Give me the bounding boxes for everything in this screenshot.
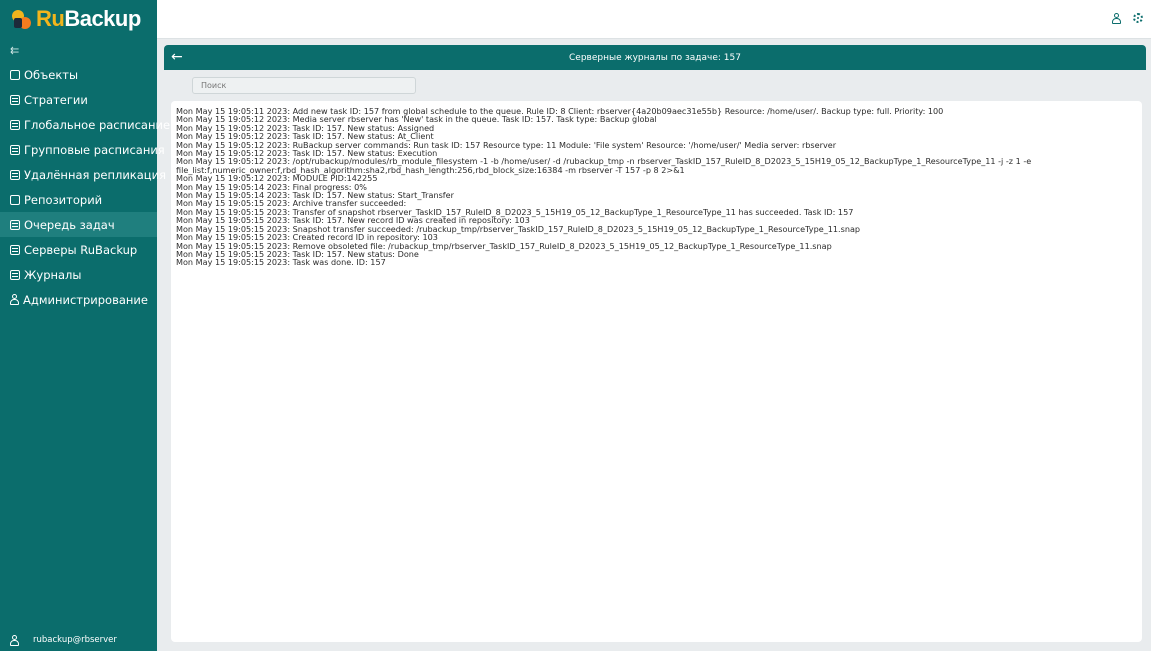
sidebar-item-repository[interactable]: Репозиторий — [0, 187, 157, 212]
collapse-sidebar-icon[interactable]: ⇇ — [0, 38, 157, 62]
log-panel: Mon May 15 19:05:11 2023: Add new task I… — [171, 101, 1142, 642]
main-content: ← Серверные журналы по задаче: 157 Mon M… — [164, 45, 1146, 645]
log-line: Mon May 15 19:05:12 2023: /opt/rubackup/… — [176, 156, 1034, 175]
sidebar-item-label: Репозиторий — [24, 192, 103, 207]
server-icon — [10, 244, 20, 255]
monitor-icon — [10, 69, 20, 80]
search-input[interactable] — [192, 77, 416, 94]
back-arrow-icon[interactable]: ← — [171, 48, 187, 66]
group-schedule-icon — [10, 144, 20, 155]
current-user-label: rubackup@rbserver — [33, 635, 117, 645]
sidebar-item-label: Групповые расписания — [24, 142, 165, 157]
replication-icon — [10, 169, 20, 180]
sidebar-item-group-schedules[interactable]: Групповые расписания — [0, 137, 165, 162]
sidebar-item-strategies[interactable]: Стратегии — [0, 87, 157, 112]
sidebar-item-label: Журналы — [24, 267, 82, 282]
sidebar-item-label: Стратегии — [24, 92, 88, 107]
user-icon — [10, 634, 19, 646]
sidebar-item-global-schedule[interactable]: Глобальное расписание — [0, 112, 170, 137]
sidebar-item-label: Объекты — [24, 67, 79, 82]
sidebar-item-label: Удалённая репликация — [24, 167, 167, 182]
sidebar-item-remote-replication[interactable]: Удалённая репликация — [0, 162, 166, 187]
sidebar-item-label: Очередь задач — [24, 217, 115, 232]
logo-text: RuBackup — [36, 6, 141, 31]
page-title: Серверные журналы по задаче: 157 — [569, 52, 741, 63]
sidebar-item-rubackup-servers[interactable]: Серверы RuBackup — [0, 237, 157, 262]
sidebar-item-label: Глобальное расписание — [24, 117, 171, 132]
task-queue-icon — [10, 219, 20, 230]
strategy-icon — [10, 94, 20, 105]
top-bar — [157, 0, 1151, 39]
sidebar-item-task-queue[interactable]: Очередь задач — [0, 212, 157, 237]
sidebar-item-administration[interactable]: Администрирование — [0, 287, 157, 312]
app-logo[interactable]: RuBackup — [0, 0, 157, 38]
repository-icon — [10, 194, 20, 205]
settings-gear-icon[interactable] — [1133, 13, 1143, 23]
sidebar-item-label: Администрирование — [23, 292, 148, 307]
rubackup-logo-icon — [10, 8, 32, 30]
admin-icon — [10, 294, 19, 305]
sidebar-item-objects[interactable]: Объекты — [0, 62, 157, 87]
schedule-icon — [10, 119, 20, 130]
page-header: ← Серверные журналы по задаче: 157 — [164, 45, 1146, 70]
user-profile-icon[interactable] — [1112, 13, 1121, 24]
sidebar-item-label: Серверы RuBackup — [24, 242, 138, 257]
journal-icon — [10, 269, 20, 280]
log-line: Mon May 15 19:05:15 2023: Task was done.… — [176, 257, 386, 268]
current-user[interactable]: rubackup@rbserver — [0, 629, 157, 651]
sidebar: RuBackup ⇇ Объекты Стратегии Глобальное … — [0, 0, 170, 651]
sidebar-item-journals[interactable]: Журналы — [0, 262, 157, 287]
